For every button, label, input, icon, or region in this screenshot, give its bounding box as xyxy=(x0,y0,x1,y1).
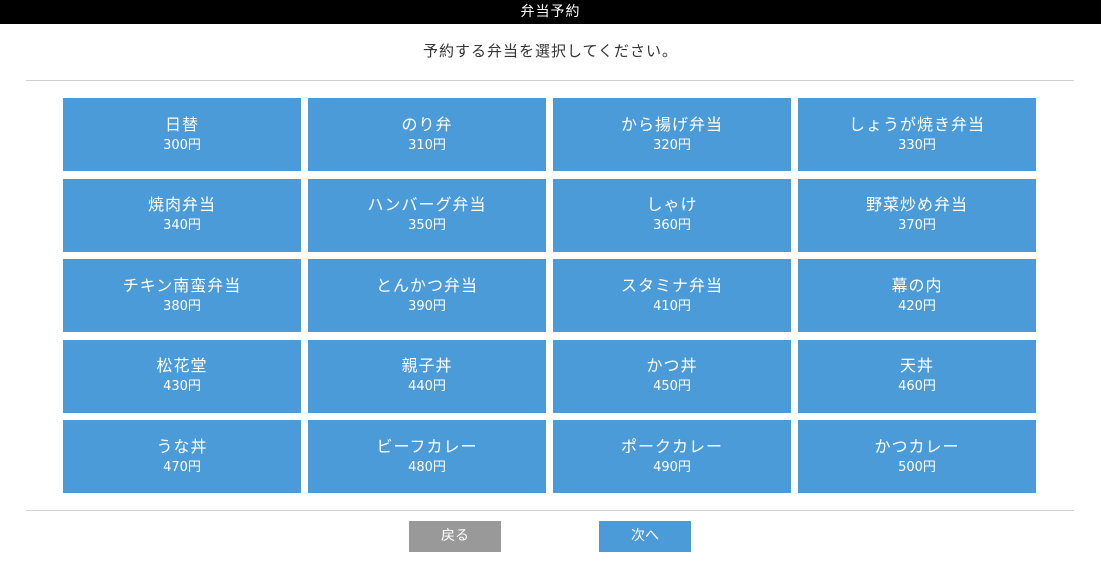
bento-item-name: から揚げ弁当 xyxy=(620,114,723,134)
bento-item-name: 天丼 xyxy=(899,356,934,375)
bento-item-button[interactable]: 幕の内 420円 xyxy=(798,259,1036,332)
bento-item-button[interactable]: ハンバーグ弁当 350円 xyxy=(308,178,546,252)
bento-item-price: 300円 xyxy=(163,137,201,153)
bento-item-name: うな丼 xyxy=(156,436,208,456)
bento-item-price: 310円 xyxy=(408,137,446,153)
bento-item-price: 410円 xyxy=(653,298,691,314)
bento-item-name: チキン南蛮弁当 xyxy=(122,275,242,295)
bento-item-button[interactable]: 親子丼 440円 xyxy=(308,339,546,413)
bento-item-button[interactable]: とんかつ弁当 390円 xyxy=(308,259,546,332)
bento-item-price: 460円 xyxy=(898,379,936,394)
bento-item-price: 340円 xyxy=(163,218,201,233)
bento-item-button[interactable]: ポークカレー 490円 xyxy=(553,420,791,493)
bento-item-price: 420円 xyxy=(898,298,936,314)
bento-item-button[interactable]: 日替 300円 xyxy=(63,98,301,171)
bento-item-name: 親子丼 xyxy=(401,356,453,375)
bento-item-name: 日替 xyxy=(164,114,199,134)
bento-item-button[interactable]: 焼肉弁当 340円 xyxy=(63,178,301,252)
bento-item-button[interactable]: かつ丼 450円 xyxy=(553,339,791,413)
bento-item-price: 320円 xyxy=(653,137,691,153)
bento-item-button[interactable]: 松花堂 430円 xyxy=(63,339,301,413)
bento-item-button[interactable]: しゃけ 360円 xyxy=(553,178,791,252)
bento-item-price: 350円 xyxy=(408,218,446,233)
bento-item-name: スタミナ弁当 xyxy=(620,275,723,295)
bento-item-price: 370円 xyxy=(898,218,936,233)
bento-item-button[interactable]: かつカレー 500円 xyxy=(798,420,1036,493)
bento-item-button[interactable]: ビーフカレー 480円 xyxy=(308,420,546,493)
bento-item-button[interactable]: から揚げ弁当 320円 xyxy=(553,98,791,171)
bento-item-price: 500円 xyxy=(898,459,936,475)
next-button[interactable]: 次へ xyxy=(599,521,691,552)
window-title: 弁当予約 xyxy=(0,0,1101,24)
bento-item-button[interactable]: しょうが焼き弁当 330円 xyxy=(798,98,1036,171)
bento-item-name: とんかつ弁当 xyxy=(375,275,478,295)
bento-item-name: しゃけ xyxy=(646,195,698,214)
bento-item-button[interactable]: 天丼 460円 xyxy=(798,339,1036,413)
back-button[interactable]: 戻る xyxy=(409,521,501,552)
bento-item-price: 390円 xyxy=(408,298,446,314)
bento-item-name: しょうが焼き弁当 xyxy=(848,114,985,134)
bento-item-button[interactable]: のり弁 310円 xyxy=(308,98,546,171)
bento-item-name: ビーフカレー xyxy=(376,436,478,456)
bento-item-button[interactable]: チキン南蛮弁当 380円 xyxy=(63,259,301,332)
bento-item-button[interactable]: スタミナ弁当 410円 xyxy=(553,259,791,332)
bento-item-price: 480円 xyxy=(408,459,446,475)
bento-item-name: 野菜炒め弁当 xyxy=(865,195,968,214)
bento-item-name: ポークカレー xyxy=(620,436,723,456)
bento-item-button[interactable]: 野菜炒め弁当 370円 xyxy=(798,178,1036,252)
bento-item-price: 450円 xyxy=(653,379,691,394)
bento-item-button[interactable]: うな丼 470円 xyxy=(63,420,301,493)
bento-item-name: ハンバーグ弁当 xyxy=(367,195,487,214)
bento-item-name: のり弁 xyxy=(401,114,453,134)
bento-item-name: 幕の内 xyxy=(891,275,943,295)
bento-item-name: かつカレー xyxy=(874,436,960,456)
bento-item-price: 490円 xyxy=(653,459,691,475)
bento-item-price: 470円 xyxy=(163,459,201,475)
instruction-text: 予約する弁当を選択してください。 xyxy=(422,42,679,60)
bento-item-name: 焼肉弁当 xyxy=(147,195,216,214)
bottom-divider xyxy=(26,510,1074,511)
bento-item-price: 440円 xyxy=(408,379,446,394)
bento-item-name: かつ丼 xyxy=(646,356,698,375)
bento-item-price: 330円 xyxy=(898,137,936,153)
bento-item-price: 430円 xyxy=(163,379,201,394)
top-divider xyxy=(26,80,1074,81)
bento-menu-grid: 日替 300円 のり弁 310円 から揚げ弁当 320円 しょうが焼き弁当 330円 焼… xyxy=(63,98,1037,494)
bento-item-name: 松花堂 xyxy=(156,356,208,375)
bento-item-price: 380円 xyxy=(163,298,201,314)
bento-item-price: 360円 xyxy=(653,218,691,233)
